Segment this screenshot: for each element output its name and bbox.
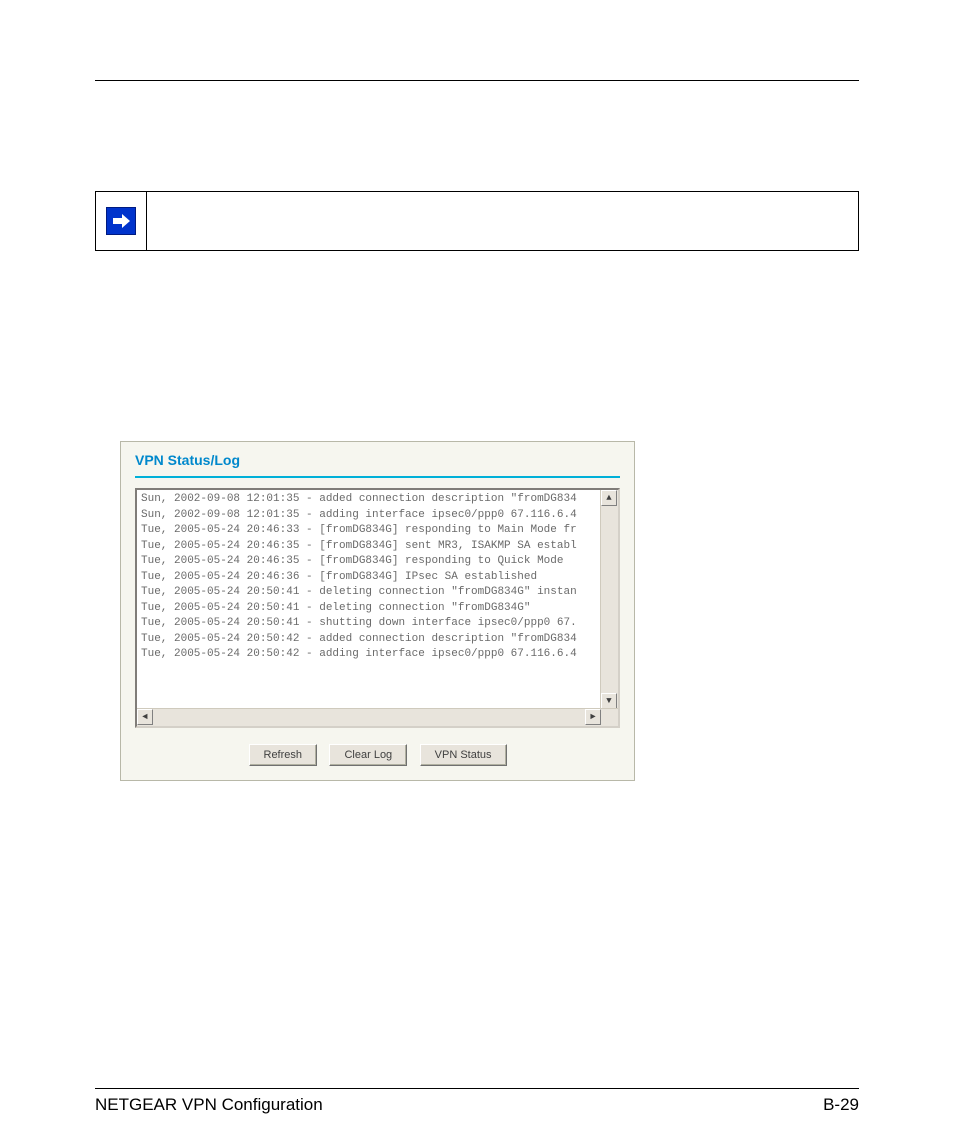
log-line: Tue, 2005-05-24 20:50:42 - added connect… [141,632,614,648]
scroll-right-icon[interactable]: ► [585,709,601,725]
scroll-left-icon[interactable]: ◄ [137,709,153,725]
vpn-status-panel: VPN Status/Log Sun, 2002-09-08 12:01:35 … [120,441,635,781]
note-icon-cell [96,192,147,250]
log-line: Tue, 2005-05-24 20:46:35 - [fromDG834G] … [141,554,614,570]
scroll-corner [601,709,618,726]
log-line: Tue, 2005-05-24 20:46:35 - [fromDG834G] … [141,539,614,555]
vertical-scrollbar[interactable]: ▲ ▼ [600,490,618,709]
log-line: Tue, 2005-05-24 20:46:36 - [fromDG834G] … [141,570,614,586]
footer-left: NETGEAR VPN Configuration [95,1095,323,1115]
log-line: Tue, 2005-05-24 20:50:41 - deleting conn… [141,601,614,617]
note-box [95,191,859,251]
arrow-icon [106,207,136,235]
log-line: Tue, 2005-05-24 20:46:33 - [fromDG834G] … [141,523,614,539]
vpn-status-button[interactable]: VPN Status [420,744,507,766]
log-line: Sun, 2002-09-08 12:01:35 - adding interf… [141,508,614,524]
button-row: Refresh Clear Log VPN Status [135,744,620,766]
panel-title: VPN Status/Log [135,452,620,468]
scroll-down-icon[interactable]: ▼ [601,693,617,709]
top-rule [95,80,859,81]
panel-rule [135,476,620,478]
footer-right: B-29 [823,1095,859,1115]
log-lines: Sun, 2002-09-08 12:01:35 - added connect… [137,490,618,665]
refresh-button[interactable]: Refresh [249,744,318,766]
log-line: Tue, 2005-05-24 20:50:41 - deleting conn… [141,585,614,601]
page-footer: NETGEAR VPN Configuration B-29 [95,1088,859,1115]
log-line: Tue, 2005-05-24 20:50:41 - shutting down… [141,616,614,632]
clear-log-button[interactable]: Clear Log [329,744,407,766]
scroll-up-icon[interactable]: ▲ [601,490,617,506]
log-textarea[interactable]: Sun, 2002-09-08 12:01:35 - added connect… [135,488,620,728]
log-line: Tue, 2005-05-24 20:50:42 - adding interf… [141,647,614,663]
horizontal-scrollbar[interactable]: ◄ ► [137,708,618,726]
log-line: Sun, 2002-09-08 12:01:35 - added connect… [141,492,614,508]
footer-rule [95,1088,859,1089]
